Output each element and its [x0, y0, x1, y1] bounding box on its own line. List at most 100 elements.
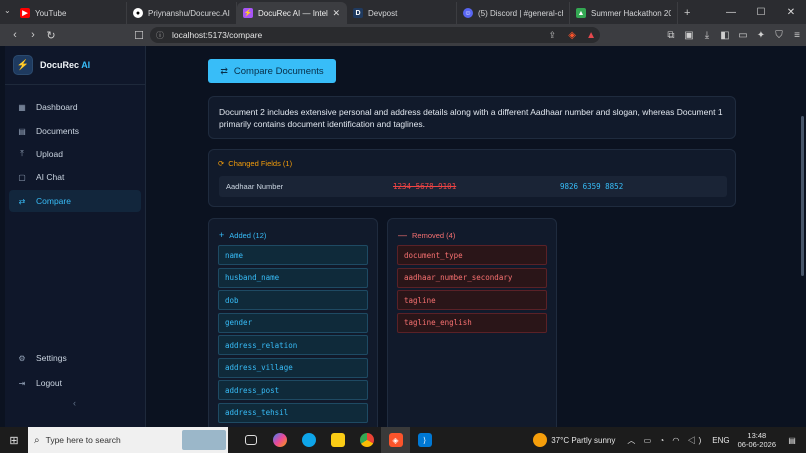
language-indicator[interactable]: ENG	[712, 436, 729, 445]
url-text: localhost:5173/compare	[172, 30, 263, 40]
menu-icon[interactable]: ≡	[788, 26, 806, 44]
chrome-icon[interactable]	[352, 427, 381, 453]
compare-icon: ⇄	[220, 65, 228, 76]
sidebar-item-upload[interactable]: ⤒ Upload	[9, 143, 141, 165]
sidebar-item-label: Logout	[36, 378, 62, 388]
browser-toolbar: ‹ › ↻ ☐ ⓘ localhost:5173/compare ⇪ ◈ ▲ ⧉…	[0, 24, 806, 46]
weather-widget[interactable]: 37°C Partly sunny	[533, 433, 615, 447]
tab-label: Priynanshu/Docurec.AI	[148, 8, 230, 18]
upload-icon: ⤒	[20, 149, 24, 158]
copilot-icon[interactable]	[265, 427, 294, 453]
section-title: Removed (4)	[412, 230, 456, 240]
tab-devpost[interactable]: D Devpost	[347, 2, 457, 24]
scrollbar[interactable]	[801, 116, 804, 276]
bookmark-icon[interactable]: ☐	[130, 26, 148, 44]
app-viewport: ⚡ DocuRec AI ▦ Dashboard ▤ Documents ⤒ U…	[0, 46, 806, 427]
documents-icon: ▤	[18, 126, 26, 136]
collapse-sidebar-icon[interactable]: ‹	[73, 398, 76, 408]
main-content: ⇄ Compare Documents Document 2 includes …	[146, 46, 806, 427]
system-tray: 37°C Partly sunny ︿ ▭ ◔ ◠ ◁) ENG 13:48 0…	[533, 427, 806, 453]
sidebar-item-logout[interactable]: ⇥ Logout	[9, 372, 141, 394]
taskbar-search[interactable]: ⌕ Type here to search	[28, 427, 228, 453]
brave-rewards-icon[interactable]: ▲	[586, 30, 596, 41]
vpn-icon[interactable]: ⛉	[770, 26, 788, 44]
brand[interactable]: ⚡ DocuRec AI	[13, 55, 90, 75]
notification-icon[interactable]: ▤	[784, 436, 800, 445]
dashboard-icon: ▦	[18, 102, 26, 112]
extensions-icon[interactable]: ⧉	[662, 26, 680, 44]
sidebar-item-documents[interactable]: ▤ Documents	[9, 120, 141, 142]
tab-github[interactable]: ● Priynanshu/Docurec.AI	[127, 2, 237, 24]
tab-label: (5) Discord | #general-cha	[478, 8, 563, 18]
sidebar-item-label: Compare	[36, 196, 71, 206]
tab-label: YouTube	[35, 8, 67, 18]
tab-docurec[interactable]: ⚡ DocuRec AI — Intellig ✕	[237, 2, 347, 24]
added-field-chip: address_village	[218, 357, 368, 378]
maximize-icon[interactable]: ☐	[746, 0, 776, 24]
removed-field-chip: tagline	[397, 290, 547, 310]
edge-icon[interactable]	[294, 427, 323, 453]
search-icon: ⌕	[34, 434, 40, 446]
vscode-icon[interactable]: ⟩	[410, 427, 439, 453]
screenshot-icon[interactable]: ▣	[680, 26, 698, 44]
sidebar-toggle-icon[interactable]: ◧	[716, 26, 734, 44]
file-explorer-icon[interactable]	[323, 427, 352, 453]
task-view-icon[interactable]	[236, 427, 265, 453]
removed-field-chip: document_type	[397, 245, 547, 265]
sidebar-item-ai-chat[interactable]: ▢ AI Chat	[9, 166, 141, 188]
minimize-icon[interactable]: —	[716, 0, 746, 24]
changed-field-row: Aadhaar Number 1234 5678 9101 9826 6359 …	[219, 176, 727, 197]
tab-label: Summer Hackathon 2026	[591, 8, 671, 18]
leo-ai-icon[interactable]: ✦	[752, 26, 770, 44]
taskbar: ⊞ ⌕ Type here to search ◈ ⟩ 37°C Partly …	[0, 427, 806, 453]
tab-search-icon[interactable]: ⌄	[4, 6, 11, 15]
minus-icon: —	[398, 230, 407, 240]
share-icon[interactable]: ⇪	[548, 30, 556, 41]
wallet-icon[interactable]: ▭	[734, 26, 752, 44]
sidebar-item-settings[interactable]: ⚙ Settings	[9, 347, 141, 369]
date-text: 06-06-2026	[737, 440, 776, 449]
tab-label: Devpost	[368, 8, 398, 18]
drive-icon: ▲	[576, 8, 586, 18]
tab-youtube[interactable]: ▶ YouTube	[14, 2, 127, 24]
sidebar-item-compare[interactable]: ⇄ Compare	[9, 190, 141, 212]
search-placeholder: Type here to search	[45, 435, 121, 445]
brand-text: DocuRec	[40, 60, 80, 70]
logout-icon: ⇥	[18, 378, 26, 388]
gear-icon: ⚙	[18, 353, 26, 363]
site-info-icon[interactable]: ⓘ	[156, 30, 164, 41]
sidebar-item-label: Documents	[36, 126, 79, 136]
back-icon[interactable]: ‹	[6, 26, 24, 44]
tab-discord[interactable]: ☺ (5) Discord | #general-cha	[457, 2, 570, 24]
reload-icon[interactable]: ↻	[42, 26, 60, 44]
refresh-icon: ⟳	[218, 159, 225, 168]
brave-shield-icon[interactable]: ◈	[568, 30, 576, 41]
forward-icon[interactable]: ›	[24, 26, 42, 44]
address-bar[interactable]: ⓘ localhost:5173/compare ⇪ ◈ ▲	[150, 27, 600, 43]
added-field-chip: name	[218, 245, 368, 265]
sidebar: ⚡ DocuRec AI ▦ Dashboard ▤ Documents ⤒ U…	[5, 46, 146, 427]
brand-name: DocuRec AI	[40, 60, 90, 70]
download-icon[interactable]: ⤓	[698, 26, 716, 44]
added-field-chip: gender	[218, 312, 368, 333]
compare-documents-button[interactable]: ⇄ Compare Documents	[208, 59, 336, 83]
section-title: Added (12)	[229, 230, 267, 240]
field-name: Aadhaar Number	[226, 182, 284, 191]
tab-close-icon[interactable]: ✕	[328, 8, 340, 19]
close-window-icon[interactable]: ✕	[776, 0, 806, 24]
weather-text: 37°C Partly sunny	[551, 435, 616, 445]
removed-fields-card: — Removed (4) document_type aadhaar_numb…	[387, 218, 557, 427]
comparison-summary-card: Document 2 includes extensive personal a…	[208, 96, 736, 139]
tab-hackathon[interactable]: ▲ Summer Hackathon 2026	[570, 2, 678, 24]
windows-start-icon[interactable]: ⊞	[0, 427, 28, 453]
tray-icons[interactable]: ︿ ▭ ◔ ◠ ◁)	[627, 435, 704, 446]
added-field-chip: husband_name	[218, 267, 368, 288]
clock[interactable]: 13:48 06-06-2026	[738, 431, 776, 449]
new-tab-button[interactable]: +	[678, 2, 696, 24]
sidebar-item-dashboard[interactable]: ▦ Dashboard	[9, 96, 141, 118]
brave-icon[interactable]: ◈	[381, 427, 410, 453]
added-fields-card: + Added (12) name husband_name dob gende…	[208, 218, 378, 427]
docurec-icon: ⚡	[243, 8, 253, 18]
brand-accent: AI	[81, 60, 91, 70]
changed-fields-card: ⟳ Changed Fields (1) Aadhaar Number 1234…	[208, 149, 736, 207]
